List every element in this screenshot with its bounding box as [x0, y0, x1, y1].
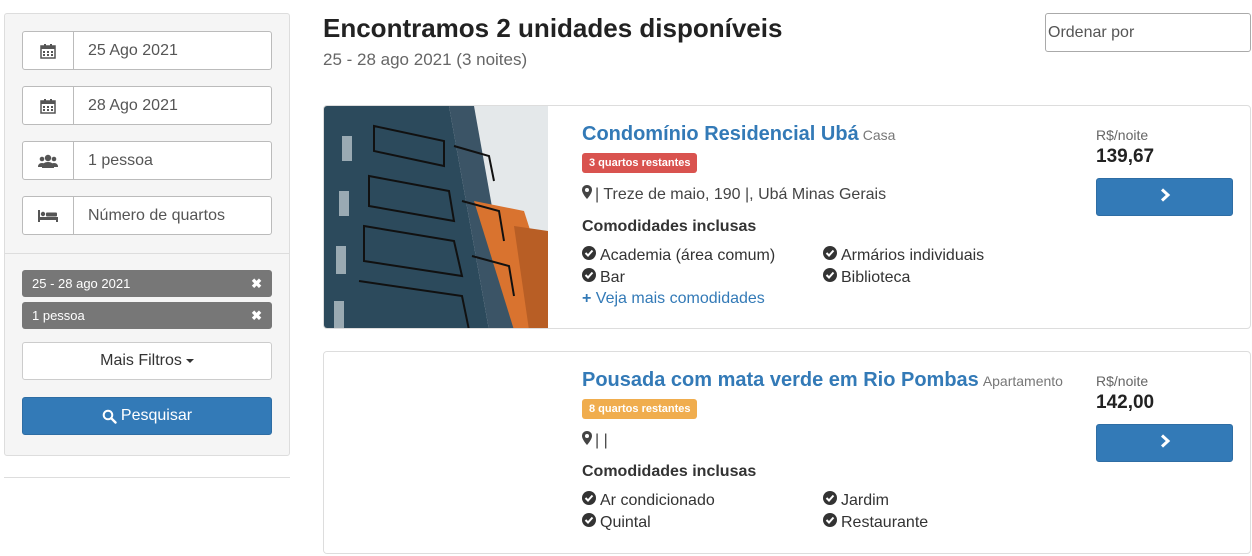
calendar-icon — [23, 87, 74, 124]
result-card: Condomínio Residencial Ubá Casa 3 quartos… — [323, 105, 1251, 329]
property-address: | Treze de maio, 190 |, Ubá Minas Gerais — [582, 185, 886, 204]
checkin-field[interactable]: 25 Ago 2021 — [22, 31, 272, 70]
amenity-item: Quintal — [582, 513, 651, 532]
check-circle-icon — [582, 268, 596, 287]
property-image[interactable] — [324, 352, 548, 553]
price-value: 142,00 — [1096, 392, 1155, 413]
filter-form: 25 Ago 2021 28 Ago 2021 1 pessoa Número … — [5, 14, 289, 254]
check-circle-icon — [582, 513, 596, 532]
map-marker-icon — [582, 431, 592, 450]
result-card: Pousada com mata verde em Rio Pombas Apar… — [323, 351, 1251, 554]
check-circle-icon — [823, 246, 837, 265]
amenity-item: Bar — [582, 268, 625, 287]
price-label: R$/noite — [1096, 127, 1149, 143]
price-value: 139,67 — [1096, 146, 1155, 167]
view-property-button[interactable] — [1096, 424, 1233, 462]
filter-sidebar: 25 Ago 2021 28 Ago 2021 1 pessoa Número … — [4, 13, 290, 456]
property-name[interactable]: Condomínio Residencial Ubá — [582, 123, 859, 145]
address-text: | Treze de maio, 190 |, Ubá Minas Gerais — [595, 185, 887, 203]
guests-value[interactable]: 1 pessoa — [74, 142, 271, 179]
check-circle-icon — [582, 246, 596, 265]
amenity-label: Bar — [600, 268, 625, 286]
calendar-icon — [23, 32, 74, 69]
filter-tag-label: 1 pessoa — [32, 308, 85, 323]
search-button[interactable]: Pesquisar — [22, 397, 272, 435]
page-title: Encontramos 2 unidades disponíveis — [323, 13, 783, 43]
search-icon — [102, 409, 117, 424]
amenity-item: Biblioteca — [823, 268, 910, 287]
price-label: R$/noite — [1096, 373, 1149, 389]
chevron-right-icon — [1159, 187, 1171, 207]
map-marker-icon — [582, 185, 592, 204]
caret-down-icon — [185, 359, 194, 363]
search-label: Pesquisar — [120, 407, 193, 424]
amenities-title: Comodidades inclusas — [582, 463, 757, 480]
amenity-label: Biblioteca — [841, 268, 911, 286]
view-property-button[interactable] — [1096, 178, 1233, 216]
bed-icon — [23, 197, 74, 234]
property-name-link[interactable]: Condomínio Residencial Ubá Casa — [582, 123, 895, 146]
checkout-field[interactable]: 28 Ago 2021 — [22, 86, 272, 125]
amenity-label: Quintal — [600, 513, 651, 531]
check-circle-icon — [582, 491, 596, 510]
chevron-right-icon — [1159, 433, 1171, 453]
address-text: | | — [595, 431, 608, 449]
more-amenities-link[interactable]: + Veja mais comodidades — [582, 290, 765, 308]
property-image[interactable] — [324, 106, 548, 328]
amenity-label: Armários individuais — [841, 246, 985, 264]
more-filters-button[interactable]: Mais Filtros — [22, 342, 272, 380]
amenity-item: Armários individuais — [823, 246, 984, 265]
amenity-item: Restaurante — [823, 513, 928, 532]
close-icon[interactable]: ✖ — [251, 276, 262, 292]
rooms-left-badge: 3 quartos restantes — [582, 153, 698, 173]
amenity-label: Ar condicionado — [600, 491, 715, 509]
result-details: Pousada com mata verde em Rio Pombas Apar… — [582, 352, 1250, 553]
close-icon[interactable]: ✖ — [251, 308, 262, 324]
amenity-item: Jardim — [823, 491, 889, 510]
property-name[interactable]: Pousada com mata verde em Rio Pombas — [582, 369, 979, 391]
check-circle-icon — [823, 268, 837, 287]
checkin-value[interactable]: 25 Ago 2021 — [74, 32, 271, 69]
more-amenities-label: Veja mais comodidades — [595, 290, 765, 307]
amenity-item: Academia (área comum) — [582, 246, 775, 265]
page-subtitle: 25 - 28 ago 2021 (3 noites) — [323, 50, 528, 69]
filter-tag-dates: 25 - 28 ago 2021 ✖ — [22, 270, 272, 297]
filter-tag-guests: 1 pessoa ✖ — [22, 302, 272, 329]
active-filters: 25 - 28 ago 2021 ✖ 1 pessoa ✖ Mais Filtr… — [5, 254, 289, 451]
filter-tag-label: 25 - 28 ago 2021 — [32, 276, 131, 291]
rooms-field[interactable]: Número de quartos — [22, 196, 272, 235]
sort-select[interactable]: Ordenar por — [1045, 13, 1251, 52]
result-details: Condomínio Residencial Ubá Casa 3 quartos… — [582, 106, 1250, 328]
users-icon — [23, 142, 74, 179]
amenity-label: Academia (área comum) — [600, 246, 776, 264]
property-name-link[interactable]: Pousada com mata verde em Rio Pombas Apar… — [582, 369, 1063, 392]
checkout-value[interactable]: 28 Ago 2021 — [74, 87, 271, 124]
divider — [4, 477, 290, 478]
amenities-title: Comodidades inclusas — [582, 218, 757, 235]
rooms-left-badge: 8 quartos restantes — [582, 399, 698, 419]
amenity-label: Restaurante — [841, 513, 929, 531]
amenity-item: Ar condicionado — [582, 491, 715, 510]
property-type: Casa — [862, 127, 896, 143]
check-circle-icon — [823, 513, 837, 532]
plus-icon: + — [582, 290, 592, 307]
property-type: Apartamento — [982, 373, 1063, 389]
check-circle-icon — [823, 491, 837, 510]
rooms-input[interactable]: Número de quartos — [74, 197, 271, 234]
more-filters-label: Mais Filtros — [100, 352, 182, 369]
property-address: | | — [582, 431, 608, 450]
guests-field[interactable]: 1 pessoa — [22, 141, 272, 180]
amenity-label: Jardim — [841, 491, 890, 509]
